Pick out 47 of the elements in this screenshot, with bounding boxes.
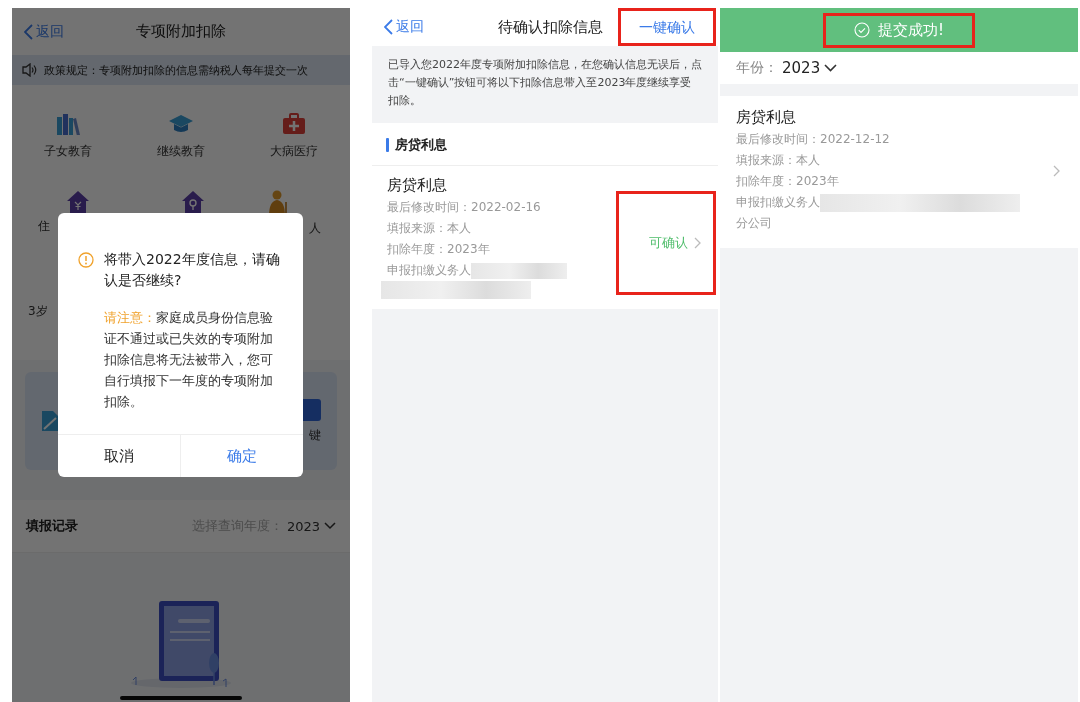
- chevron-right-icon: [694, 237, 701, 249]
- confirm-button[interactable]: 确定: [181, 435, 303, 477]
- item-detail: 最后修改时间：2022-12-12: [736, 131, 891, 148]
- screen-title: 待确认扣除信息: [497, 17, 604, 37]
- category-label: 住: [38, 218, 50, 235]
- first-aid-kit-icon: [281, 113, 306, 135]
- category-label: 人: [309, 220, 322, 237]
- year-selector[interactable]: 年份： 2023: [720, 52, 1078, 96]
- item-detail: 申报扣缴义务人: [387, 262, 471, 279]
- chevron-left-icon: [384, 19, 393, 35]
- back-button[interactable]: 返回: [24, 22, 88, 41]
- check-circle-icon: [854, 22, 870, 38]
- item-detail: 申报扣缴义务人: [736, 194, 820, 211]
- info-text: 已导入您2022年度专项附加扣除信息，在您确认信息无误后，点击“一键确认”按钮可将以下扣除信息带入至2023年度继续享受扣除。: [372, 46, 718, 123]
- warning-icon: [78, 252, 94, 268]
- item-detail: 扣除年度：2023年: [387, 241, 491, 258]
- dialog-message: 将带入2022年度信息，请确认是否继续?: [104, 250, 281, 290]
- chevron-down-icon: [324, 522, 336, 530]
- screen-title: 专项附加扣除: [135, 22, 227, 41]
- section-title: 房贷利息: [395, 136, 447, 154]
- item-detail: 最后修改时间：2022-02-16: [387, 199, 542, 216]
- deduction-item[interactable]: 房贷利息 最后修改时间：2022-02-16 填报来源：本人 扣除年度：2023年 申报扣缴义务人 可确认: [372, 166, 718, 303]
- success-message: 提交成功!: [878, 20, 944, 40]
- category-item[interactable]: 大病医疗: [237, 113, 350, 160]
- notice-text: 政策规定：专项附加扣除的信息需纳税人每年提交一次: [44, 62, 308, 78]
- item-title: 房贷利息: [387, 176, 448, 195]
- books-icon: [56, 113, 81, 135]
- item-detail: 填报来源：本人: [736, 152, 821, 169]
- cancel-button[interactable]: 取消: [58, 435, 181, 477]
- section-title: 填报记录: [26, 517, 78, 535]
- item-title: 房贷利息: [736, 108, 797, 127]
- category-item[interactable]: 继续教育: [124, 113, 238, 160]
- accent-bar: [386, 138, 389, 152]
- category-item[interactable]: 子女教育: [12, 113, 125, 160]
- speaker-icon: [22, 63, 38, 77]
- shortcut-label: 键: [309, 426, 321, 444]
- item-detail: 扣除年度：2023年: [736, 173, 840, 190]
- back-button[interactable]: 返回: [384, 18, 448, 36]
- deduction-item[interactable]: 房贷利息 最后修改时间：2022-12-12 填报来源：本人 扣除年度：2023年 申报扣缴义务人 分公司: [720, 96, 1078, 242]
- confirm-all-button[interactable]: 一键确认: [639, 19, 695, 37]
- item-detail: 分公司: [736, 215, 773, 232]
- status-label: 可确认: [649, 234, 688, 252]
- item-detail: 填报来源：本人: [387, 220, 472, 237]
- chevron-down-icon: [824, 64, 838, 72]
- graduation-cap-icon: [168, 113, 194, 135]
- chevron-right-icon: [1053, 165, 1060, 177]
- chevron-left-icon: [24, 23, 33, 40]
